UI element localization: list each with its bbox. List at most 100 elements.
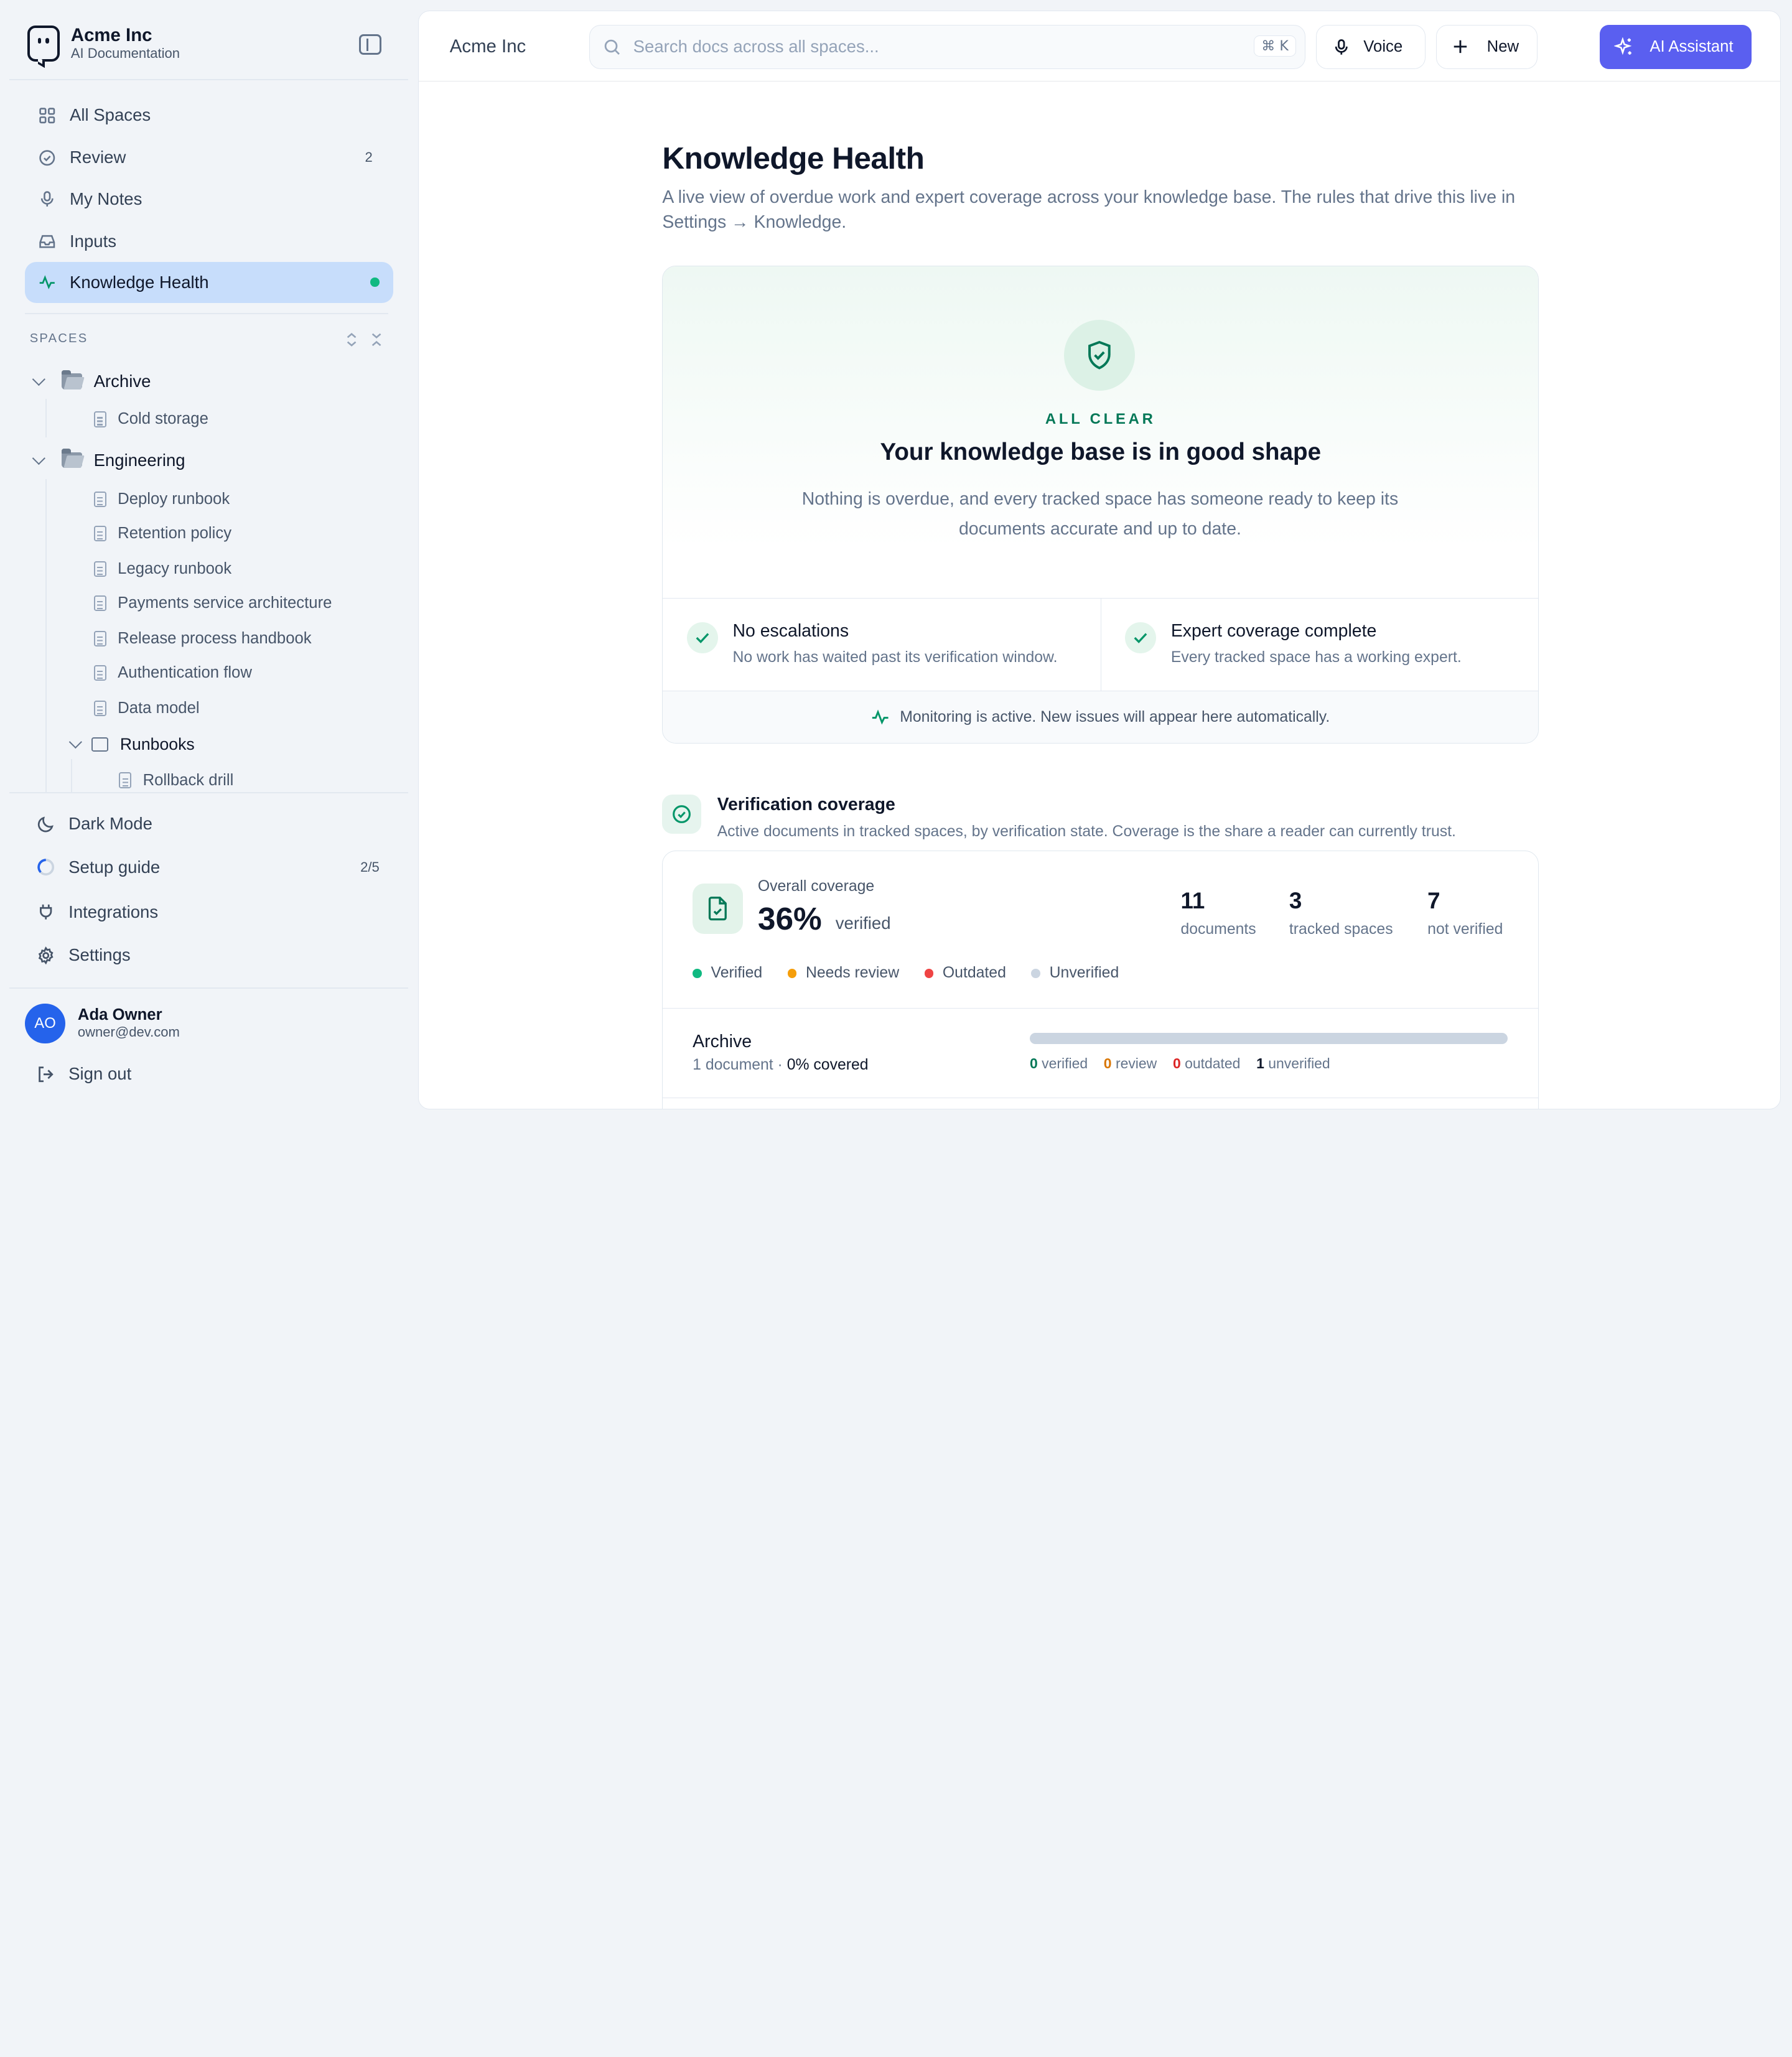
progress-ring-icon bbox=[37, 859, 54, 876]
nav-all-spaces[interactable]: All Spaces bbox=[25, 95, 393, 136]
check-title: No escalations bbox=[732, 621, 849, 641]
gear-icon bbox=[38, 946, 54, 965]
folder-label: Runbooks bbox=[119, 734, 195, 753]
verified-count: 0 verified bbox=[1030, 1055, 1088, 1072]
tree-doc[interactable]: Authentication flow bbox=[93, 664, 252, 682]
dark-mode-toggle[interactable]: Dark Mode bbox=[25, 803, 393, 844]
document-icon bbox=[93, 665, 106, 681]
app-root: Acme Inc AI Documentation All Spaces Rev… bbox=[0, 0, 1792, 1120]
doc-label: Data model bbox=[118, 699, 200, 717]
workspace-title: Acme Inc bbox=[449, 35, 526, 57]
stat-documents: 11 documents bbox=[1180, 888, 1256, 938]
tree-doc[interactable]: Rollback drill bbox=[119, 772, 233, 790]
count-value: 0 bbox=[1030, 1055, 1038, 1072]
voice-button[interactable]: Voice bbox=[1316, 24, 1426, 70]
doc-label: Rollback drill bbox=[142, 771, 234, 789]
folder-icon bbox=[62, 449, 83, 469]
space-covered: 0% covered bbox=[786, 1056, 869, 1074]
checks-row: No escalations No work has waited past i… bbox=[663, 597, 1539, 692]
avatar: AO bbox=[25, 1003, 65, 1043]
chevron-down-icon bbox=[32, 451, 45, 465]
sign-out-button[interactable]: Sign out bbox=[25, 1053, 393, 1094]
space-coverage-row[interactable]: Archive 1 document · 0% covered 0 verifi… bbox=[663, 1008, 1539, 1099]
tree-folder-runbooks[interactable]: Runbooks bbox=[68, 734, 195, 754]
search-input[interactable] bbox=[633, 37, 1228, 57]
legend-label: Verified bbox=[711, 964, 763, 982]
divider bbox=[9, 78, 408, 80]
nav-my-notes[interactable]: My Notes bbox=[25, 179, 393, 220]
user-profile[interactable]: AO Ada Owner owner@dev.com bbox=[25, 1003, 180, 1043]
tree-doc[interactable]: Cold storage bbox=[93, 410, 208, 428]
legend-swatch bbox=[1031, 968, 1040, 978]
sidebar-collapse-icon[interactable] bbox=[358, 34, 382, 55]
nav-review[interactable]: Review 2 bbox=[25, 137, 393, 178]
legend-label: Outdated bbox=[942, 964, 1006, 982]
footer-label: Sign out bbox=[68, 1064, 132, 1084]
legend-item: Unverified bbox=[1031, 964, 1119, 982]
tree-doc[interactable]: Payments service architecture bbox=[93, 594, 332, 612]
setup-progress-badge: 2/5 bbox=[360, 859, 380, 875]
legend-swatch bbox=[924, 968, 934, 978]
check-subtitle: No work has waited past its verification… bbox=[732, 648, 1058, 666]
count-label: unverified bbox=[1268, 1055, 1330, 1072]
space-summary: 1 document · 0% covered bbox=[693, 1056, 869, 1074]
ai-assistant-button[interactable]: AI Assistant bbox=[1599, 24, 1752, 70]
brand[interactable]: Acme Inc AI Documentation bbox=[27, 25, 180, 68]
divider bbox=[9, 987, 408, 989]
document-icon bbox=[93, 700, 106, 717]
doc-label: Legacy runbook bbox=[118, 559, 232, 577]
tree-doc[interactable]: Legacy runbook bbox=[93, 559, 232, 578]
nav-knowledge-health[interactable]: Knowledge Health bbox=[25, 261, 393, 303]
outdated-count: 0 outdated bbox=[1173, 1055, 1240, 1072]
setup-guide[interactable]: Setup guide 2/5 bbox=[25, 847, 393, 888]
document-icon bbox=[93, 561, 106, 577]
coverage-legend: Verified Needs review Outdated Unverifie… bbox=[693, 964, 1119, 982]
new-button[interactable]: New bbox=[1435, 24, 1538, 70]
doc-label: Payments service architecture bbox=[118, 594, 332, 612]
expand-all-icon[interactable] bbox=[345, 332, 358, 347]
tree-doc[interactable]: Deploy runbook bbox=[93, 490, 230, 508]
legend-item: Outdated bbox=[924, 964, 1006, 982]
grid-icon bbox=[39, 108, 55, 123]
mic-icon bbox=[1335, 39, 1348, 55]
tree-folder-engineering[interactable]: Engineering bbox=[32, 449, 185, 470]
acme-logo-icon bbox=[27, 25, 60, 68]
footer-label: Settings bbox=[68, 945, 131, 965]
document-icon bbox=[93, 595, 106, 612]
stat-value: 11 bbox=[1180, 888, 1205, 914]
tree-doc[interactable]: Release process handbook bbox=[93, 630, 312, 648]
count-value: 1 bbox=[1256, 1055, 1264, 1072]
mic-icon bbox=[41, 191, 54, 207]
tree-doc[interactable]: Retention policy bbox=[93, 525, 231, 543]
check-icon bbox=[686, 622, 718, 653]
tree-folder-archive[interactable]: Archive bbox=[32, 370, 151, 391]
activity-icon bbox=[872, 709, 889, 725]
top-bar: Acme Inc ⌘ K Voice New AI Assistant bbox=[419, 11, 1780, 82]
search-icon bbox=[604, 39, 620, 55]
gauge-icon bbox=[662, 795, 701, 834]
ai-assistant-label: AI Assistant bbox=[1650, 37, 1734, 55]
tree-guide bbox=[45, 478, 47, 792]
activity-icon bbox=[40, 275, 55, 289]
collapse-all-icon[interactable] bbox=[370, 332, 383, 347]
count-label: verified bbox=[1042, 1055, 1088, 1072]
coverage-subtitle: Active documents in tracked spaces, by v… bbox=[717, 823, 1456, 841]
folder-icon bbox=[62, 370, 83, 389]
integrations-link[interactable]: Integrations bbox=[25, 892, 393, 933]
brand-subtitle: AI Documentation bbox=[70, 45, 180, 62]
check-subtitle: Every tracked space has a working expert… bbox=[1170, 648, 1462, 666]
status-label: ALL CLEAR bbox=[1045, 410, 1156, 427]
main-panel: Acme Inc ⌘ K Voice New AI Assistant Know… bbox=[418, 10, 1781, 1110]
legend-label: Unverified bbox=[1049, 964, 1119, 982]
tree-doc[interactable]: Data model bbox=[93, 699, 200, 717]
coverage-bar bbox=[1030, 1032, 1508, 1045]
stat-tracked-spaces: 3 tracked spaces bbox=[1289, 888, 1393, 938]
search-box[interactable]: ⌘ K bbox=[589, 24, 1306, 70]
nav-label: Inputs bbox=[70, 231, 117, 251]
nav-label: My Notes bbox=[70, 189, 142, 208]
settings-link[interactable]: Settings bbox=[25, 935, 393, 976]
nav-inputs[interactable]: Inputs bbox=[25, 220, 393, 261]
document-icon bbox=[119, 772, 132, 789]
health-status-card: ALL CLEAR Your knowledge base is in good… bbox=[662, 266, 1539, 744]
count-label: review bbox=[1115, 1055, 1157, 1072]
